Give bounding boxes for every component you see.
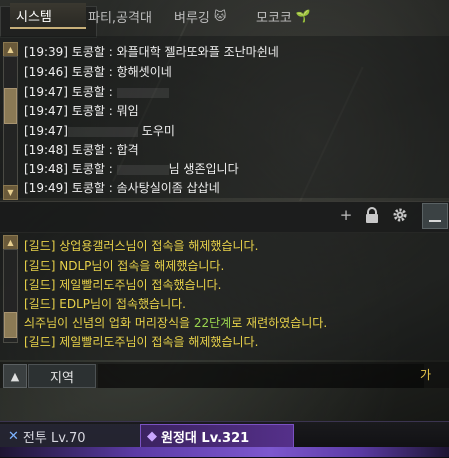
roster-level[interactable]: ◆ 원정대 Lv.321 (140, 424, 294, 448)
system-line: [길드] 제일빨리도주님이 접속했습니다. (24, 278, 222, 292)
channel-selector-label: 지역 (50, 370, 74, 386)
tab-byeorugging[interactable]: 벼루깅 🐱 (168, 4, 232, 28)
tab-mokoko-label: 모코코 (256, 10, 292, 26)
chat-scroll-thumb[interactable] (4, 88, 17, 124)
combat-level-label: 전투 Lv.70 (22, 430, 86, 446)
crossed-swords-icon: ✕ (8, 428, 19, 444)
expand-button[interactable]: ▲ (3, 364, 27, 388)
lock-button[interactable] (362, 205, 382, 225)
plus-icon: + (339, 206, 353, 224)
tab-party-label: 파티,공격대 (88, 10, 152, 26)
system-line: [길드] 제일빨리도주님이 접속을 해제했습니다. (24, 335, 259, 349)
chevron-up-icon: ▲ (10, 369, 20, 383)
system-scroll-top-button[interactable]: ▲ (3, 235, 18, 250)
gear-icon (393, 208, 407, 222)
redacted-text (67, 126, 138, 137)
system-line: [길드] EDLP님이 접속했습니다. (24, 297, 186, 311)
scroll-top-button[interactable]: ▲ (3, 42, 18, 57)
ime-indicator: 가 (420, 368, 432, 382)
tab-system[interactable]: 시스템 (10, 3, 86, 29)
minimize-button[interactable] (422, 203, 448, 229)
channel-selector[interactable]: 지역 (28, 364, 96, 388)
redacted-text (116, 87, 169, 98)
chat-line: [19:39] 토콩할 : 와플대학 젤라또와플 조난마쉰네 (24, 45, 279, 59)
chat-line: [19:49] 토콩할 : 솜사탕실이좀 삽삽네 (24, 181, 220, 195)
combat-level[interactable]: ✕ 전투 Lv.70 (0, 424, 140, 448)
system-scroll-thumb[interactable] (4, 312, 17, 338)
tab-system-label: 시스템 (16, 9, 52, 25)
chat-line: [19:46] 토콩할 : 항해셋이네 (24, 65, 172, 79)
chat-line: [19:47] 토콩할 : 뭐임 (24, 104, 139, 118)
redacted-text (116, 164, 169, 175)
chat-line: [19:48] 토콩할 : 합격 (24, 143, 139, 157)
tab-mokoko[interactable]: 모코코 🌱 (250, 4, 317, 28)
mokoko-icon: 🌱 (295, 9, 311, 23)
system-line-honing: 싀주님이 신념의 업화 머리장식을 22단계로 재련하였습니다. (24, 316, 328, 330)
tab-party[interactable]: 파티,공격대 (82, 4, 158, 28)
system-line: [길드] NDLP님이 접속을 해제했습니다. (24, 259, 225, 273)
roster-level-label: 원정대 Lv.321 (161, 431, 250, 446)
chat-line: [19:48] 토콩할 : 님 생존입니다 (24, 162, 239, 176)
settings-button[interactable] (390, 205, 410, 225)
chat-line: [19:47] 토콩할 : (24, 83, 169, 100)
system-line: [길드] 상업용갤러스님이 접속을 해제했습니다. (24, 239, 259, 253)
roster-icon: ◆ (147, 429, 157, 444)
tab-byeorugging-label: 벼루깅 (174, 10, 210, 26)
add-tab-button[interactable]: + (336, 205, 356, 225)
roster-progress-strip (0, 447, 449, 457)
chat-line: [19:47] 도우미 (24, 124, 175, 138)
scroll-bottom-button[interactable]: ▼ (3, 185, 18, 200)
lock-icon (366, 207, 378, 223)
chat-input[interactable] (98, 364, 424, 388)
cat-icon: 🐱 (213, 9, 227, 23)
